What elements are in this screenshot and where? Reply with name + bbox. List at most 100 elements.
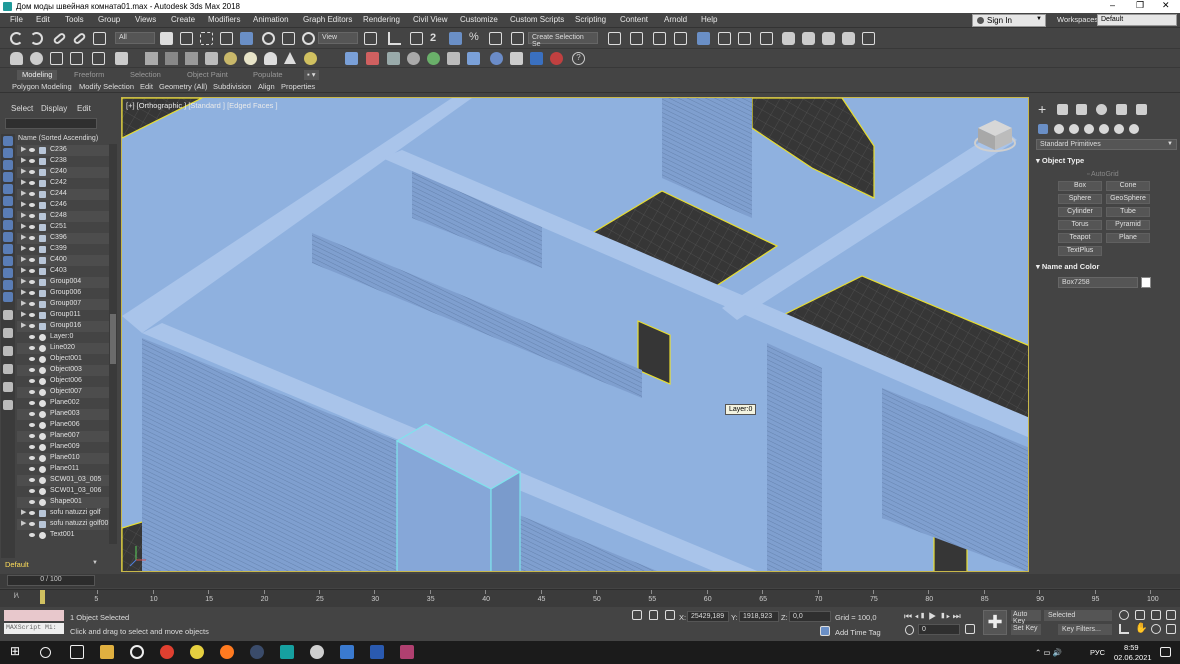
- list-item[interactable]: Plane009: [17, 442, 109, 453]
- tray-icons[interactable]: ⌃ ▭ 🔊: [1035, 648, 1062, 657]
- menu-animation[interactable]: Animation: [253, 15, 289, 24]
- expand-arrow-icon[interactable]: ▶: [21, 519, 26, 527]
- filter-bones-icon[interactable]: [3, 232, 13, 242]
- set-key-button[interactable]: Set Key: [1011, 624, 1041, 635]
- scene-states-icon[interactable]: [145, 52, 158, 65]
- filter-xrefs-icon[interactable]: [3, 220, 13, 230]
- hierarchy-tab-icon[interactable]: [1076, 104, 1087, 115]
- render-icon[interactable]: [115, 52, 128, 65]
- settings-icon[interactable]: [387, 52, 400, 65]
- cube-icon[interactable]: [530, 52, 543, 65]
- particle-icon[interactable]: [345, 52, 358, 65]
- leaf-app-icon[interactable]: [310, 645, 324, 659]
- cone-icon[interactable]: [284, 52, 296, 64]
- object-color-swatch[interactable]: [1141, 277, 1151, 288]
- render-setup-icon[interactable]: [782, 32, 795, 45]
- list-item[interactable]: ▶ C246: [17, 200, 109, 211]
- visibility-eye-icon[interactable]: [29, 434, 35, 438]
- material-browser-icon[interactable]: [490, 52, 503, 65]
- explorer-column-header[interactable]: Name (Sorted Ascending): [18, 135, 98, 142]
- select-by-name-icon[interactable]: [180, 32, 193, 45]
- z-coordinate-input[interactable]: 0,0: [789, 611, 831, 622]
- visibility-eye-icon[interactable]: [29, 522, 35, 526]
- visibility-eye-icon[interactable]: [29, 159, 35, 163]
- list-item[interactable]: Object001: [17, 354, 109, 365]
- zoom-icon[interactable]: [1119, 610, 1129, 620]
- filter-frozen-icon[interactable]: [3, 256, 13, 266]
- modify-tab-icon[interactable]: [1057, 104, 1068, 115]
- ambient-icon[interactable]: [165, 52, 178, 65]
- display-tab-icon[interactable]: [1116, 104, 1127, 115]
- select-manipulate-icon[interactable]: [388, 32, 401, 45]
- time-config-icon[interactable]: [905, 625, 914, 635]
- edit-named-sets-icon[interactable]: [511, 32, 524, 45]
- tab-object-paint[interactable]: Object Paint: [187, 70, 228, 80]
- 3dsmax-icon[interactable]: [280, 645, 294, 659]
- spinner-snap-icon[interactable]: [489, 32, 502, 45]
- autogrid-checkbox[interactable]: ▫ AutoGrid: [1087, 171, 1119, 178]
- expand-arrow-icon[interactable]: ▶: [21, 299, 26, 307]
- list-item[interactable]: ▶ Group016: [17, 321, 109, 332]
- rectangular-selection-icon[interactable]: [200, 32, 213, 45]
- list-item[interactable]: ▶ C396: [17, 233, 109, 244]
- list-item[interactable]: Text001: [17, 530, 109, 541]
- ribbon-subdivision[interactable]: Subdivision: [213, 82, 251, 91]
- ribbon-options-icon[interactable]: ▪ ▾: [304, 70, 319, 80]
- tab-selection[interactable]: Selection: [130, 70, 161, 80]
- expand-arrow-icon[interactable]: ▶: [21, 266, 26, 274]
- selection-filter-select[interactable]: All: [115, 32, 155, 44]
- anim-icon[interactable]: [447, 52, 460, 65]
- visibility-eye-icon[interactable]: [29, 225, 35, 229]
- viewport-scene[interactable]: [122, 98, 1029, 572]
- visibility-eye-icon[interactable]: [29, 192, 35, 196]
- time-tag-icon[interactable]: [820, 626, 830, 636]
- expand-arrow-icon[interactable]: ▶: [21, 156, 26, 164]
- expand-arrow-icon[interactable]: ▶: [21, 145, 26, 153]
- open-mini-curve-editor-icon[interactable]: l∕\: [14, 593, 19, 600]
- filter-spacewarps-icon[interactable]: [3, 196, 13, 206]
- place-icon[interactable]: [302, 32, 315, 45]
- primitive-type-select[interactable]: Standard Primitives ▼: [1036, 139, 1177, 150]
- list-item[interactable]: ▶ Group006: [17, 288, 109, 299]
- light-sphere-icon[interactable]: [244, 52, 257, 65]
- teapot-icon[interactable]: [92, 52, 105, 65]
- shadow-icon[interactable]: [185, 52, 198, 65]
- geometry-category-icon[interactable]: [1038, 124, 1048, 134]
- spacewarps-category-icon[interactable]: [1114, 124, 1124, 134]
- unlink-icon[interactable]: [72, 31, 87, 46]
- torus-button[interactable]: Torus: [1058, 220, 1102, 230]
- visibility-eye-icon[interactable]: [29, 214, 35, 218]
- workspace-select[interactable]: Default: [1097, 14, 1177, 26]
- menu-civil-view[interactable]: Civil View: [413, 15, 448, 24]
- expand-arrow-icon[interactable]: ▶: [21, 178, 26, 186]
- menu-views[interactable]: Views: [135, 15, 156, 24]
- menu-tools[interactable]: Tools: [65, 15, 84, 24]
- list-item[interactable]: SCW01_03_005: [17, 475, 109, 486]
- list-item[interactable]: ▶ C400: [17, 255, 109, 266]
- redo-icon[interactable]: [30, 32, 43, 45]
- search-icon[interactable]: [40, 647, 51, 658]
- maximize-viewport-icon[interactable]: [1166, 624, 1176, 634]
- filter-lights-icon[interactable]: [3, 160, 13, 170]
- field-of-view-icon[interactable]: [1119, 624, 1129, 634]
- render-in-cloud-icon[interactable]: [842, 32, 855, 45]
- tab-populate[interactable]: Populate: [253, 70, 283, 80]
- rotate-icon[interactable]: [262, 32, 275, 45]
- undo-icon[interactable]: [10, 32, 23, 45]
- explorer-scroll-thumb[interactable]: [110, 314, 116, 364]
- filter-groups-icon[interactable]: [3, 208, 13, 218]
- filter-shapes-icon[interactable]: [3, 148, 13, 158]
- visibility-eye-icon[interactable]: [29, 456, 35, 460]
- list-item[interactable]: ▶ C251: [17, 222, 109, 233]
- list-item[interactable]: Line020: [17, 343, 109, 354]
- ribbon-edit[interactable]: Edit: [140, 82, 153, 91]
- list-item[interactable]: Shape001: [17, 497, 109, 508]
- chrome-icon[interactable]: [160, 645, 174, 659]
- task-view-icon[interactable]: [70, 645, 84, 659]
- vray-icon[interactable]: [467, 52, 480, 65]
- reference-coordinate-select[interactable]: View: [318, 32, 358, 44]
- winrar-icon[interactable]: [400, 645, 414, 659]
- list-item[interactable]: SCW01_03_006: [17, 486, 109, 497]
- current-frame-input[interactable]: 0: [918, 624, 960, 635]
- selected-box-side[interactable]: [490, 470, 521, 572]
